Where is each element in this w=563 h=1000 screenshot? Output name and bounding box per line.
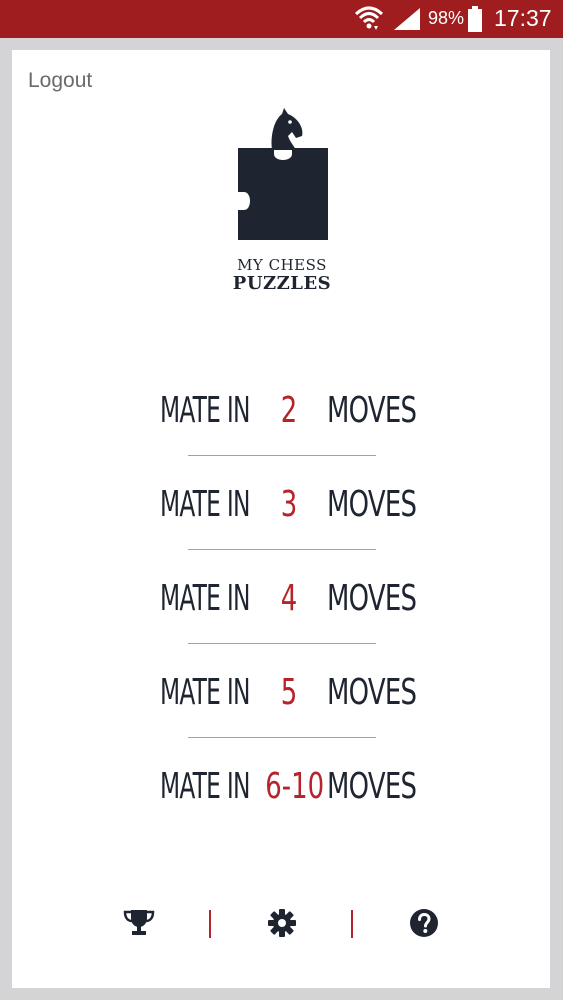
mate-in-4-button[interactable]: MATE IN 4 MOVES xyxy=(112,568,450,662)
mate-in-5-button[interactable]: MATE IN 5 MOVES xyxy=(112,662,450,756)
menu-divider xyxy=(188,737,376,738)
menu-divider xyxy=(188,643,376,644)
trophy-icon[interactable] xyxy=(122,908,156,940)
mate-in-2-button[interactable]: MATE IN 2 MOVES xyxy=(112,380,450,474)
menu-item-prefix: MATE IN xyxy=(160,672,250,713)
status-clock: 17:37 xyxy=(494,5,552,31)
menu-divider xyxy=(188,549,376,550)
status-bar: 98% 17:37 xyxy=(0,0,563,38)
logo-line-2: PUZZLES xyxy=(232,273,332,294)
menu-item-suffix: MOVES xyxy=(327,766,417,807)
wifi-icon xyxy=(354,4,384,36)
mate-in-6-10-button[interactable]: MATE IN 6-10 MOVES xyxy=(112,756,450,850)
menu-item-suffix: MOVES xyxy=(327,390,417,431)
menu-item-number: 4 xyxy=(280,578,298,619)
menu-item-suffix: MOVES xyxy=(327,672,417,713)
logo-line-1: MY CHESS xyxy=(237,256,327,274)
chess-puzzle-logo-icon xyxy=(238,108,328,240)
toolbar-separator xyxy=(351,910,353,938)
app-logo: MY CHESS PUZZLES xyxy=(230,106,334,293)
menu-item-prefix: MATE IN xyxy=(160,390,250,431)
battery-icon xyxy=(468,6,482,36)
mate-in-3-button[interactable]: MATE IN 3 MOVES xyxy=(112,474,450,568)
menu-item-number: 3 xyxy=(280,484,298,525)
menu-item-number: 6-10 xyxy=(265,766,325,807)
menu-item-number: 2 xyxy=(280,390,298,431)
main-card: Logout MY CHESS PUZZLES MATE IN 2 MOVES … xyxy=(12,50,550,988)
menu-item-prefix: MATE IN xyxy=(160,578,250,619)
help-icon[interactable] xyxy=(409,908,439,942)
menu-item-prefix: MATE IN xyxy=(160,766,250,807)
signal-icon xyxy=(394,8,420,34)
menu-divider xyxy=(188,455,376,456)
bottom-toolbar xyxy=(12,906,550,940)
toolbar-separator xyxy=(209,910,211,938)
gear-icon[interactable] xyxy=(267,908,297,942)
menu-item-suffix: MOVES xyxy=(327,484,417,525)
logout-button[interactable]: Logout xyxy=(28,69,92,93)
menu-item-prefix: MATE IN xyxy=(160,484,250,525)
menu-item-suffix: MOVES xyxy=(327,578,417,619)
menu-item-number: 5 xyxy=(280,672,298,713)
battery-percent: 98% xyxy=(428,8,465,28)
